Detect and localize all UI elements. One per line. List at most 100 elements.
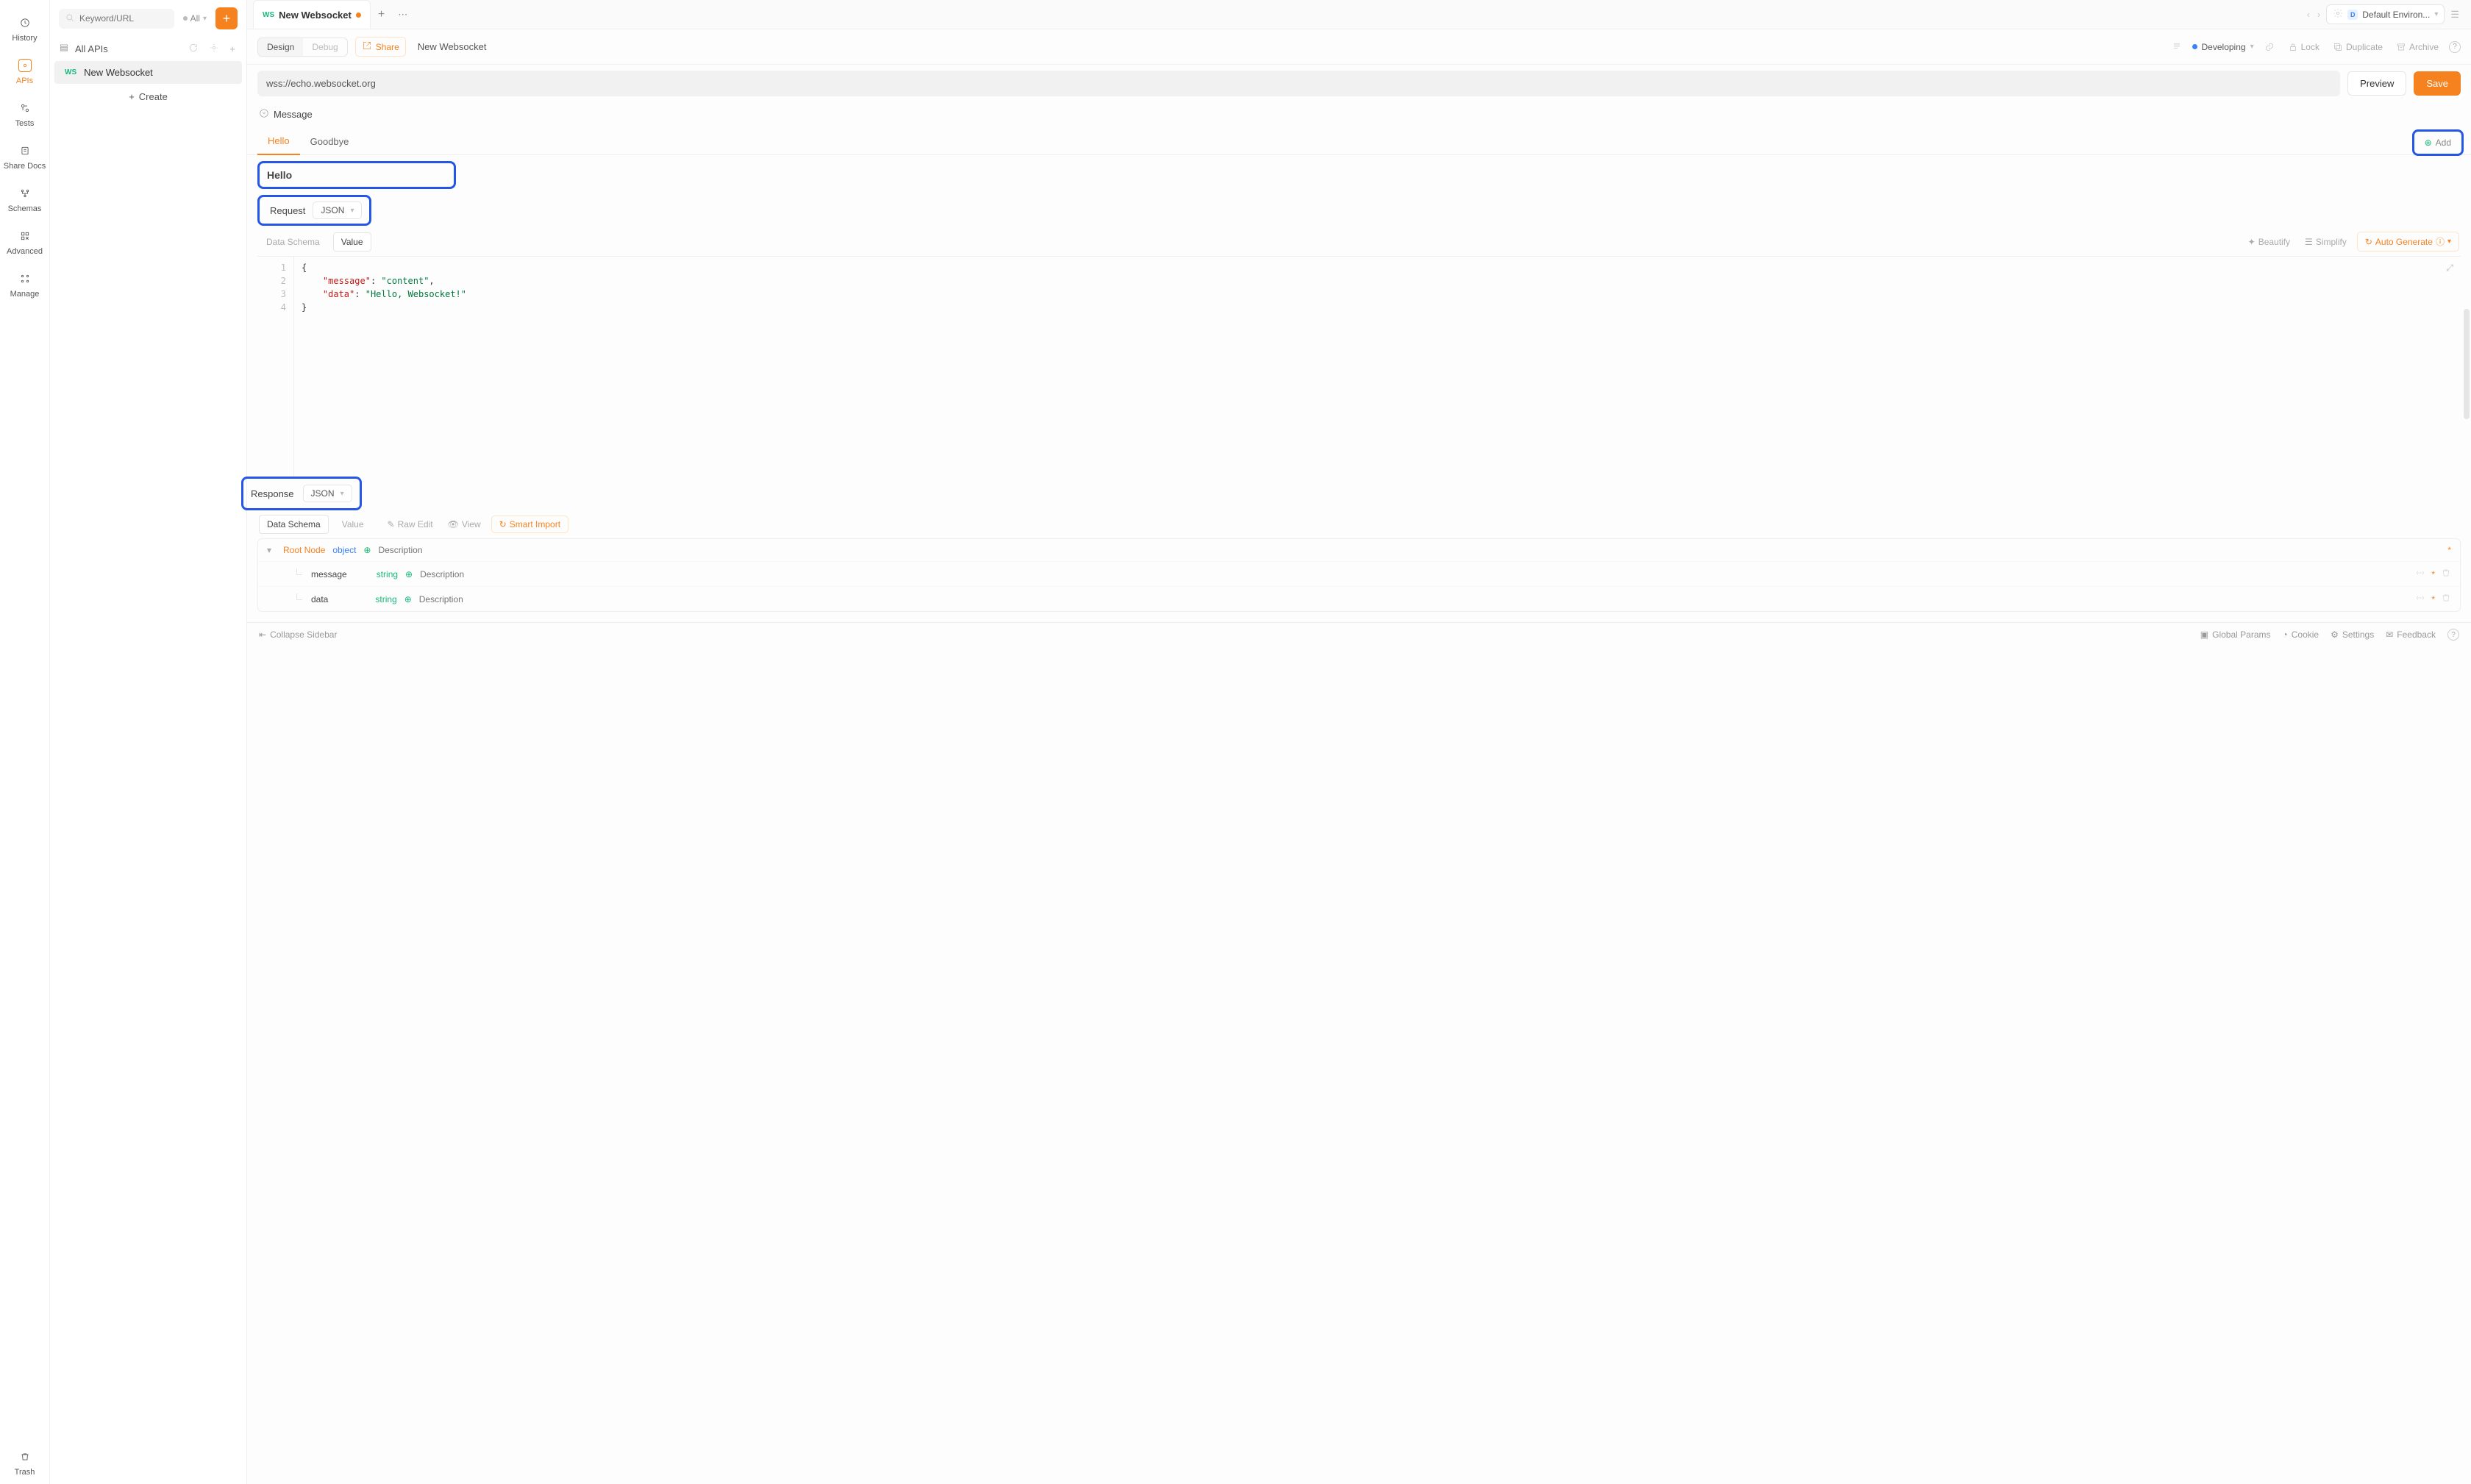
refresh-icon[interactable] (186, 43, 201, 55)
collapse-icon[interactable]: ▾ (267, 545, 276, 555)
beautify-button[interactable]: ✦Beautify (2244, 237, 2294, 247)
plus-icon[interactable]: + (227, 43, 238, 54)
add-field-icon[interactable]: ⊕ (404, 594, 412, 604)
lock-button[interactable]: Lock (2285, 42, 2322, 52)
required-icon[interactable]: * (2431, 569, 2435, 579)
response-type-select[interactable]: JSON ▾ (303, 485, 352, 502)
pencil-icon: ✎ (388, 519, 395, 529)
create-button[interactable]: + Create (50, 84, 246, 110)
field-type: string (375, 594, 396, 604)
feedback-icon: ✉ (2386, 629, 2393, 640)
locate-icon[interactable] (207, 43, 221, 55)
chevron-down-icon: ▾ (2447, 238, 2451, 246)
nav-back-icon[interactable]: ‹ (2307, 9, 2310, 20)
schema-root-row[interactable]: ▾ Root Node object ⊕ * (258, 539, 2460, 561)
response-type-value: JSON (311, 488, 335, 499)
feedback-button[interactable]: ✉Feedback (2386, 629, 2436, 640)
request-editor-toolbar: Data Schema Value ✦Beautify ☰Simplify ↻A… (247, 226, 2471, 256)
add-message-button[interactable]: ⊕ Add (2416, 133, 2460, 152)
schema-field-row[interactable]: data string ⊕ * (258, 586, 2460, 611)
request-type-select[interactable]: JSON ▾ (313, 201, 362, 219)
environment-select[interactable]: D Default Environ... ▾ (2326, 4, 2445, 24)
lock-label: Lock (2301, 42, 2320, 52)
expand-icon[interactable]: ⤢ (2446, 263, 2453, 274)
preview-button[interactable]: Preview (2347, 71, 2406, 96)
sidebar-item-websocket[interactable]: WS New Websocket (54, 61, 242, 84)
response-tab-value[interactable]: Value (335, 516, 371, 533)
action-row: Design Debug Share New Websocket Develop… (247, 29, 2471, 65)
mode-design[interactable]: Design (258, 38, 303, 56)
add-button[interactable]: + (215, 7, 238, 29)
rail-apis[interactable]: APIs (0, 50, 49, 93)
response-tab-dataschema[interactable]: Data Schema (259, 515, 329, 534)
share-button[interactable]: Share (355, 37, 406, 57)
field-desc-input[interactable] (420, 569, 2408, 579)
rail-sharedocs[interactable]: Share Docs (0, 135, 49, 178)
required-icon[interactable]: * (2447, 545, 2451, 555)
view-button[interactable]: 👁View (443, 519, 485, 529)
search-input[interactable] (79, 13, 168, 24)
help-icon[interactable]: ? (2447, 629, 2459, 641)
global-params-button[interactable]: ▣Global Params (2200, 629, 2271, 640)
rail-advanced[interactable]: Advanced (0, 221, 49, 263)
nav-forward-icon[interactable]: › (2317, 9, 2320, 20)
duplicate-button[interactable]: Duplicate (2330, 42, 2386, 52)
request-code-editor[interactable]: 1234 { "message": "content", "data": "He… (257, 256, 2461, 477)
search-input-wrap[interactable] (59, 9, 174, 29)
delete-icon[interactable] (2441, 593, 2451, 605)
field-desc-input[interactable] (419, 594, 2408, 604)
rail-manage-label: Manage (10, 290, 40, 299)
rail-schemas[interactable]: Schemas (0, 178, 49, 221)
scrollbar-thumb[interactable] (2464, 309, 2470, 419)
message-tab-hello[interactable]: Hello (257, 128, 300, 155)
settings-button[interactable]: ⚙Settings (2331, 629, 2374, 640)
help-icon[interactable]: ? (2449, 41, 2461, 53)
simplify-button[interactable]: ☰Simplify (2300, 237, 2351, 247)
link-icon[interactable] (2415, 593, 2425, 605)
rail-trash[interactable]: Trash (0, 1441, 49, 1484)
delete-icon[interactable] (2441, 568, 2451, 580)
add-field-icon[interactable]: ⊕ (405, 569, 413, 579)
collapse-sidebar-button[interactable]: ⇤Collapse Sidebar (259, 629, 337, 640)
filter-dropdown[interactable]: All ▾ (180, 13, 210, 24)
required-icon[interactable]: * (2431, 594, 2435, 604)
request-tab-value[interactable]: Value (333, 232, 371, 252)
notes-icon[interactable] (2169, 42, 2185, 52)
autogenerate-button[interactable]: ↻Auto Generateⓘ▾ (2357, 232, 2459, 252)
new-tab-button[interactable]: + (371, 8, 392, 21)
rawedit-button[interactable]: ✎Raw Edit (383, 519, 438, 529)
history-icon (17, 15, 33, 31)
link-icon[interactable] (2261, 42, 2278, 52)
tab-menu-button[interactable]: ⋯ (392, 9, 413, 21)
sidebar-section-allapis[interactable]: All APIs + (50, 37, 246, 61)
status-dropdown[interactable]: Developing ▾ (2192, 42, 2254, 52)
rail-history[interactable]: History (0, 7, 49, 50)
cookie-button[interactable]: ◔Cookie (2283, 629, 2320, 640)
menu-icon[interactable]: ☰ (2445, 9, 2465, 21)
save-button[interactable]: Save (2414, 71, 2461, 96)
rail-schemas-label: Schemas (8, 204, 42, 213)
smartimport-button[interactable]: ↻Smart Import (491, 516, 568, 533)
message-tab-goodbye[interactable]: Goodbye (300, 129, 360, 154)
schema-field-row[interactable]: message string ⊕ * (258, 561, 2460, 586)
add-field-icon[interactable]: ⊕ (363, 545, 371, 555)
tabbar: WS New Websocket + ⋯ ‹ › D Default Envir… (247, 0, 2471, 29)
url-input[interactable]: wss://echo.websocket.org (257, 71, 2340, 96)
tab-websocket[interactable]: WS New Websocket (253, 0, 371, 29)
footer: ⇤Collapse Sidebar ▣Global Params ◔Cookie… (247, 622, 2471, 646)
message-icon (259, 108, 269, 121)
mode-debug[interactable]: Debug (303, 38, 346, 56)
list-icon: ☰ (2305, 237, 2313, 247)
request-type-value: JSON (321, 205, 344, 215)
chevron-down-icon: ▾ (2434, 10, 2438, 18)
root-desc-input[interactable] (378, 545, 2440, 555)
archive-button[interactable]: Archive (2393, 42, 2442, 52)
code-body[interactable]: { "message": "content", "data": "Hello, … (294, 257, 2461, 477)
message-tabs: Hello Goodbye ⊕ Add (247, 128, 2471, 155)
rail-manage[interactable]: Manage (0, 263, 49, 306)
gutter: 1234 (257, 257, 294, 477)
rail-tests[interactable]: Tests (0, 93, 49, 135)
message-name-input[interactable] (267, 169, 446, 181)
link-icon[interactable] (2415, 568, 2425, 580)
request-tab-dataschema[interactable]: Data Schema (259, 233, 327, 251)
